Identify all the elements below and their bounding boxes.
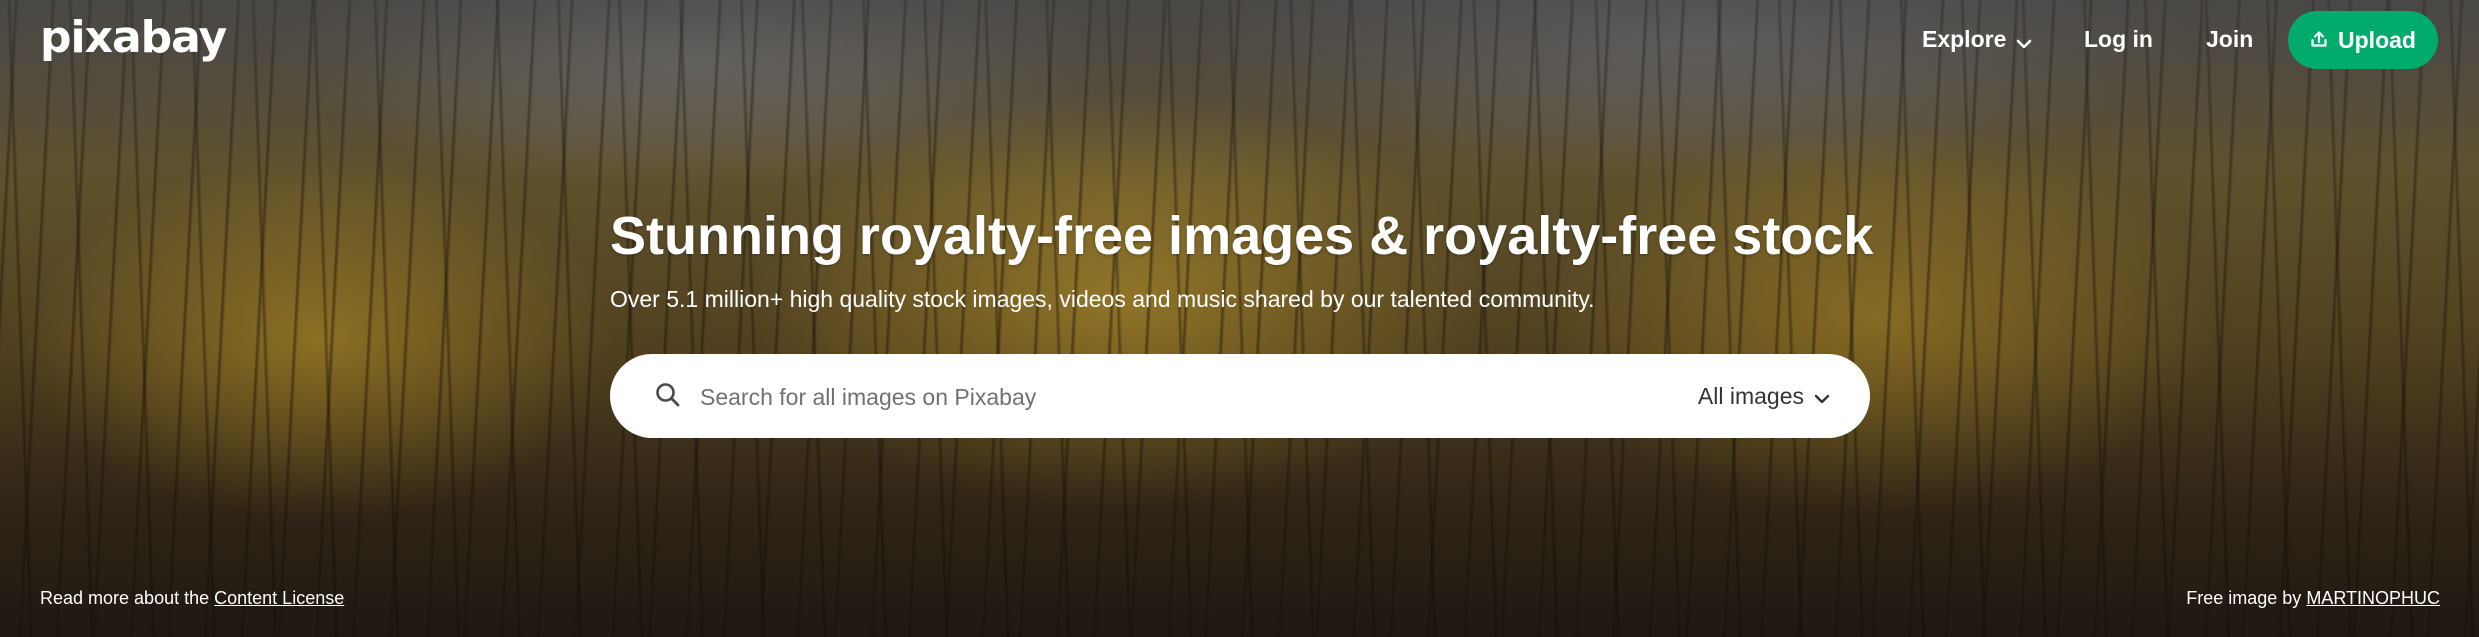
search-input[interactable]	[698, 372, 1562, 422]
search-icon[interactable]	[654, 381, 682, 414]
explore-menu[interactable]: Explore	[1922, 22, 2032, 56]
filter-label: All images	[1697, 383, 1804, 409]
photographer-link[interactable]: MARTINOPHUC	[2306, 588, 2440, 608]
chevron-down-icon	[1814, 376, 1830, 416]
upload-button[interactable]: Upload	[2288, 11, 2438, 69]
upload-label: Upload	[2338, 26, 2416, 53]
hero-subline: Over 5.1 million+ high quality stock ima…	[610, 286, 1595, 312]
login-link[interactable]: Log in	[2084, 22, 2153, 56]
license-prefix: Read more about the	[40, 588, 210, 608]
hero-headline: Stunning royalty-free images & royalty-f…	[610, 206, 1874, 266]
credit-prefix: Free image by	[2186, 588, 2302, 608]
image-credit: Free image by MARTINOPHUC	[2186, 588, 2440, 609]
upload-icon	[2310, 27, 2328, 54]
search-bar: All images	[610, 354, 1870, 438]
chevron-down-icon	[2016, 24, 2032, 58]
pixabay-logo[interactable]: pixabay	[40, 10, 227, 66]
image-type-filter[interactable]: All images	[1698, 376, 1830, 416]
license-note: Read more about the Content License	[40, 588, 344, 609]
explore-label: Explore	[1922, 26, 2007, 52]
join-link[interactable]: Join	[2206, 22, 2253, 56]
content-license-link[interactable]: Content License	[214, 588, 344, 608]
hero-background-image	[0, 0, 2479, 637]
